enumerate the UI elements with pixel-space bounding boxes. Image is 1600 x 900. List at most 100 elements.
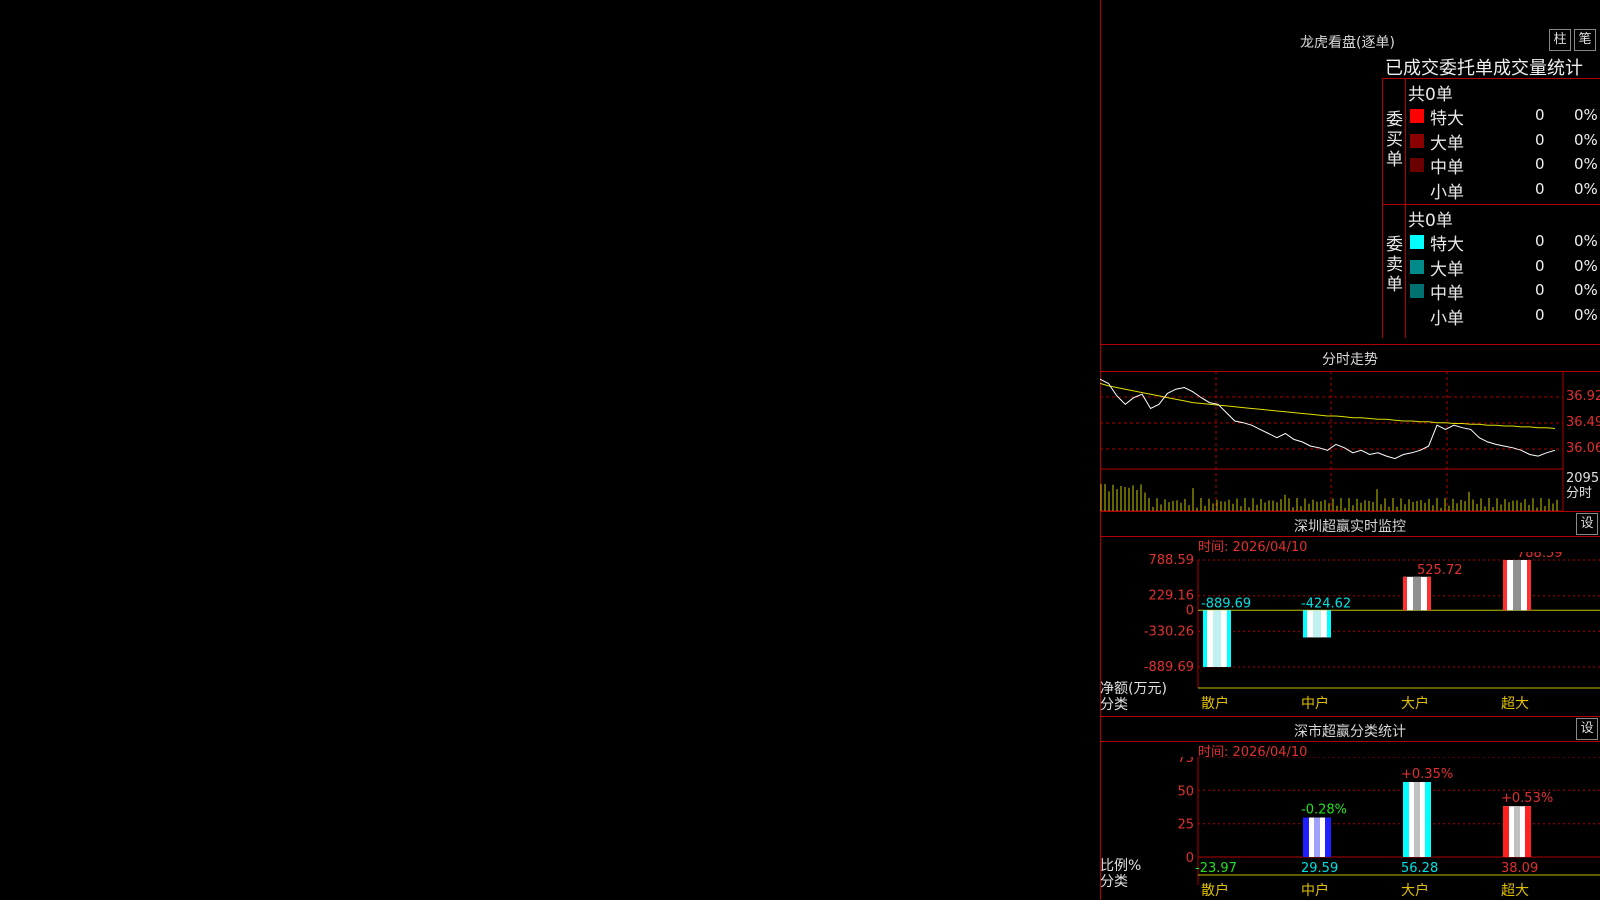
ratio-bar-core	[1314, 817, 1320, 857]
avg-price-line	[1100, 382, 1556, 429]
sell-total: 共0单	[1408, 211, 1453, 231]
x-labels: 散户 中户 大户 超大	[1201, 695, 1529, 712]
x-labels: -23.97 散户 29.59 中户 56.28 大户 38.09 超大	[1195, 861, 1538, 899]
buy-row-count: 0	[1535, 106, 1545, 124]
sz-monitor-side-label: 净额(万元)	[1100, 681, 1167, 697]
sz-class-side-label: 比例%	[1100, 858, 1141, 874]
category-label: 中户	[1301, 882, 1329, 899]
sell-row-label: 大单	[1430, 259, 1464, 280]
y-tick-label: 50	[1177, 784, 1194, 799]
fenshi-chart: 36.92 36.49 36.06 2095 分时	[1100, 371, 1600, 511]
sz-monitor-title: 深圳超赢实时监控	[1294, 519, 1406, 535]
ratio-value-label: -23.97	[1195, 861, 1237, 876]
y-tick-label: 788.59	[1149, 553, 1195, 568]
y-labels: 75 50 25 0	[1177, 757, 1194, 866]
category-label: 大户	[1401, 882, 1429, 899]
lhb-left-line	[1382, 78, 1383, 338]
value-bar-core	[1313, 610, 1321, 638]
price-label-low: 36.06	[1566, 441, 1600, 456]
lhb-header-line	[1382, 78, 1600, 79]
y-tick-label: 0	[1186, 851, 1194, 866]
value-bar-core	[1213, 610, 1221, 667]
buy-row-pct: 0%	[1574, 106, 1598, 124]
sz-monitor-chart: 788.59 229.160 -330.26 -889.69 -889.69 -424.…	[1100, 552, 1600, 713]
buy-row-count: 0	[1535, 155, 1545, 173]
category-label: 超大	[1501, 883, 1529, 899]
sell-row-label: 特大	[1430, 235, 1464, 255]
category-label: 超大	[1501, 696, 1529, 712]
sz-monitor-settings-button[interactable]: 设	[1576, 513, 1598, 535]
buy-row-count: 0	[1535, 130, 1545, 149]
category-label: 散户	[1201, 695, 1229, 712]
sell-row-pct: 0%	[1574, 232, 1598, 250]
sell-swatch	[1410, 259, 1424, 274]
buy-row-pct: 0%	[1574, 179, 1598, 198]
value-bar-edge	[1403, 576, 1407, 611]
stroke-mode-button[interactable]: 笔	[1574, 29, 1596, 51]
ratio-value-label: 29.59	[1301, 861, 1338, 876]
y-tick-label: 0	[1186, 603, 1194, 618]
bar-value-label: 788.59	[1517, 552, 1563, 561]
price-line	[1100, 378, 1556, 460]
value-bar-edge	[1527, 560, 1531, 611]
change-label: +0.35%	[1401, 767, 1453, 782]
divider-line	[1100, 344, 1600, 345]
buy-swatch	[1410, 182, 1424, 197]
y-tick-label: 75	[1177, 757, 1194, 766]
sz-class-settings-button[interactable]: 设	[1576, 718, 1598, 740]
value-bar-core	[1513, 560, 1521, 611]
sell-row-count: 0	[1535, 305, 1545, 324]
sell-side-label: 委卖单	[1386, 235, 1403, 295]
bar-value-label: 525.72	[1417, 563, 1463, 578]
divider-line	[1100, 741, 1600, 742]
sell-row-count: 0	[1535, 281, 1545, 299]
value-bar-edge	[1327, 610, 1331, 638]
sz-class-chart: 75 50 25 0 -0.28% +0.35% +0.53% -23.97 散户 29.59…	[1100, 757, 1600, 899]
buy-side-label: 委买单	[1386, 110, 1403, 170]
y-tick-label: -889.69	[1144, 660, 1194, 675]
divider-line	[1100, 536, 1600, 537]
sell-row-label: 小单	[1430, 308, 1464, 329]
right-panel: 龙虎看盘(逐单) 柱 笔 已成交委托单成交量统计 委买单 共0单 委卖单 共0单…	[1100, 0, 1600, 900]
sell-row-count: 0	[1535, 232, 1545, 250]
divider-line	[1100, 511, 1600, 512]
y-tick-label: 25	[1177, 818, 1194, 833]
bars: -889.69 -424.62 525.72 788.59	[1201, 552, 1563, 667]
sz-class-side-label2: 分类	[1100, 874, 1128, 890]
bar-value-label: -889.69	[1201, 596, 1251, 611]
fenshi-title: 分时走势	[1322, 352, 1378, 368]
buy-row-label: 中单	[1430, 158, 1464, 178]
grid	[1198, 559, 1600, 668]
buy-row-pct: 0%	[1574, 155, 1598, 173]
ratio-bar-edge	[1325, 817, 1331, 857]
price-label-high: 36.92	[1566, 389, 1600, 404]
divider-line	[1100, 716, 1600, 717]
buy-row-label: 特大	[1430, 109, 1464, 129]
value-bar-edge	[1203, 610, 1207, 667]
buy-row-label: 大单	[1430, 133, 1464, 154]
bar-value-label: -424.62	[1301, 596, 1351, 611]
change-label: -0.28%	[1301, 803, 1347, 818]
bar-mode-button[interactable]: 柱	[1549, 29, 1571, 51]
value-bar-edge	[1503, 560, 1507, 611]
sz-class-title: 深市超赢分类统计	[1294, 724, 1406, 740]
lhb-header: 已成交委托单成交量统计	[1385, 58, 1583, 79]
ratio-bar-edge	[1525, 806, 1531, 857]
category-label: 散户	[1201, 882, 1229, 899]
lhb-inner-line	[1405, 78, 1406, 338]
volume-bars	[1100, 484, 1558, 511]
sell-row-count: 0	[1535, 256, 1545, 275]
y-labels: 788.59 229.160 -330.26 -889.69	[1144, 553, 1194, 675]
value-bar-core	[1413, 576, 1421, 611]
lhb-title: 龙虎看盘(逐单)	[1300, 35, 1395, 51]
ratio-bar-edge	[1425, 782, 1431, 857]
value-bar-edge	[1427, 576, 1431, 611]
y-tick-label: -330.26	[1144, 624, 1194, 639]
buy-row-pct: 0%	[1574, 130, 1598, 149]
sell-row-pct: 0%	[1574, 305, 1598, 324]
value-bar-edge	[1303, 610, 1307, 638]
buy-swatch	[1410, 133, 1424, 148]
ratio-bar-edge	[1303, 817, 1309, 857]
buy-row-label: 小单	[1430, 182, 1464, 203]
ratio-bar-edge	[1503, 806, 1509, 857]
